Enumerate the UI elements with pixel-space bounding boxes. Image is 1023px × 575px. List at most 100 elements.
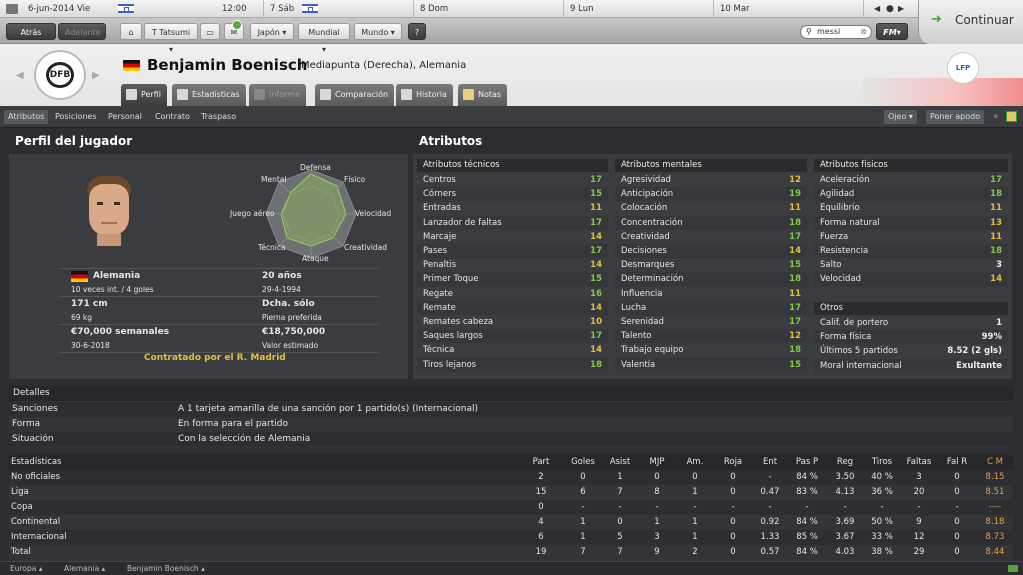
star-icon[interactable]: ★ (988, 110, 1003, 124)
prev-player-icon[interactable]: ◀ (16, 70, 24, 81)
stats-column-header[interactable]: Am. (675, 455, 715, 470)
stats-column-header[interactable]: Goles (563, 455, 603, 470)
back-button[interactable]: Atrás (6, 23, 56, 40)
attribute-row[interactable]: Influencia 11 (615, 287, 807, 301)
stats-column-header[interactable]: Reg (825, 455, 865, 470)
attribute-row[interactable]: Lanzador de faltas 17 (417, 215, 608, 230)
globe-menu[interactable]: Mundo ▾ (354, 23, 402, 40)
stats-row[interactable]: No oficiales 2 0 1 0 0 0 - 84 % 3.50 40 % 3 0 8.15 (9, 470, 1013, 485)
attribute-row[interactable]: Velocidad 14 (814, 272, 1008, 287)
attribute-row[interactable]: Calif. de portero 1 (814, 316, 1008, 330)
stats-column-header[interactable]: Pas P (787, 455, 827, 470)
attribute-row[interactable]: Remate 14 (417, 300, 608, 315)
attribute-row[interactable]: Tiros lejanos 18 (417, 357, 608, 372)
breadcrumb-alemania[interactable]: Alemania ▴ (64, 562, 105, 575)
attribute-row[interactable]: Anticipación 19 (615, 187, 807, 202)
attribute-row[interactable]: Aceleración 17 (814, 173, 1008, 187)
help-button[interactable]: ? (408, 23, 426, 40)
attribute-row[interactable]: Agresividad 12 (615, 173, 807, 187)
fm-menu-button[interactable]: FM▾ (876, 23, 908, 40)
tab-historia[interactable]: Historia (396, 84, 453, 106)
continue-button[interactable]: ➜ Continuar (918, 0, 1023, 44)
stats-row[interactable]: Liga 15 6 7 8 1 0 0.47 83 % 4.13 36 % 20 0 8.51 (9, 485, 1013, 500)
subnav-atributos[interactable]: Atributos (4, 110, 49, 124)
next-player-icon[interactable]: ▶ (92, 70, 100, 81)
prev-day-icon[interactable]: ◀ (874, 0, 880, 18)
attribute-row[interactable]: Forma natural 13 (814, 215, 1008, 230)
scout-button[interactable]: Ojeo ▾ (884, 110, 917, 124)
day-cell-3[interactable]: 9 Lun (564, 0, 714, 18)
attribute-row[interactable]: Remates cabeza 10 (417, 315, 608, 329)
stats-column-header[interactable]: Tiros (862, 455, 902, 470)
tab-estadisticas[interactable]: Estadísticas (172, 84, 246, 106)
attribute-row[interactable]: Regate 16 (417, 287, 608, 301)
day-cell-2[interactable]: 8 Dom (414, 0, 564, 18)
attribute-row[interactable]: Marcaje 14 (417, 230, 608, 244)
attribute-row[interactable]: Trabajo equipo 18 (615, 343, 807, 357)
attribute-row[interactable]: Decisiones 14 (615, 244, 807, 259)
stats-row[interactable]: Copa 0- - - - - - - - - - - ---- (9, 500, 1013, 515)
home-button[interactable]: ⌂ (120, 23, 142, 40)
subnav-posiciones[interactable]: Posiciones (51, 110, 101, 124)
inbox-button[interactable]: ▭ (200, 23, 220, 40)
attribute-row[interactable]: Primer Toque 15 (417, 272, 608, 287)
clear-search-icon[interactable]: ⊗ (860, 26, 867, 38)
tab-informe[interactable]: Informe (249, 84, 307, 106)
search-input[interactable]: ⚲ messi ⊗ (800, 25, 872, 39)
attribute-row[interactable]: Concentración 18 (615, 215, 807, 230)
tab-perfil[interactable]: Perfil (121, 84, 168, 106)
attribute-row[interactable]: Talento 12 (615, 329, 807, 344)
attribute-row[interactable]: Fuerza 11 (814, 230, 1008, 244)
attribute-row[interactable]: Determinación 18 (615, 272, 807, 287)
stats-row[interactable]: Continental 4 1 0 1 1 0 0.92 84 % 3.69 50 % 9 0 8.18 (9, 515, 1013, 530)
attribute-row[interactable]: Resistencia 18 (814, 244, 1008, 259)
stats-row[interactable]: Total 19 7 7 9 2 0 0.57 84 % 4.03 38 % 29 0 8.44 (9, 545, 1013, 560)
attribute-row[interactable]: Entradas 11 (417, 201, 608, 215)
day-cell-1[interactable]: 7 Sáb (264, 0, 414, 18)
subnav-personal[interactable]: Personal (104, 110, 146, 124)
attribute-row[interactable]: Moral internacional Exultante (814, 358, 1008, 373)
next-day-icon[interactable]: ▶ (898, 0, 904, 18)
stats-column-header[interactable]: Asist (600, 455, 640, 470)
attribute-row[interactable]: Salto 3 (814, 258, 1008, 272)
tab-comparacion[interactable]: Comparación (315, 84, 395, 106)
attribute-row[interactable]: Creatividad 17 (615, 230, 807, 244)
nickname-button[interactable]: Poner apodo (926, 110, 985, 124)
attribute-row[interactable]: Lucha 17 (615, 300, 807, 315)
attribute-row[interactable]: Valentía 15 (615, 357, 807, 372)
tab-notas[interactable]: Notas (458, 84, 508, 106)
attribute-row[interactable]: Equilibrio 11 (814, 201, 1008, 215)
stats-column-header[interactable]: Faltas (899, 455, 939, 470)
attribute-row[interactable]: Centros 17 (417, 173, 608, 187)
stats-column-header[interactable]: Part (521, 455, 561, 470)
today-dot-icon[interactable]: ● (886, 0, 894, 18)
stats-column-header[interactable]: Roja (713, 455, 753, 470)
breadcrumb-europa[interactable]: Europa ▴ (10, 562, 43, 575)
attribute-row[interactable]: Técnica 14 (417, 343, 608, 357)
breadcrumb-player[interactable]: Benjamin Boenisch ▴ (127, 562, 205, 575)
attribute-row[interactable]: Agilidad 18 (814, 187, 1008, 202)
attribute-row[interactable]: Penaltis 14 (417, 258, 608, 272)
attribute-row[interactable]: Serenidad 17 (615, 315, 807, 329)
contracted-by-link[interactable]: Contratado por el R. Madrid (144, 353, 286, 363)
attribute-row[interactable]: Córners 15 (417, 187, 608, 202)
attribute-row[interactable]: Colocación 11 (615, 201, 807, 215)
add-note-icon[interactable] (1006, 111, 1017, 122)
attribute-row[interactable]: Forma física 99% (814, 330, 1008, 345)
stats-column-header[interactable]: Ent (750, 455, 790, 470)
stats-column-header[interactable]: MJP (637, 455, 677, 470)
attribute-row[interactable]: Desmarques 15 (615, 258, 807, 272)
current-date-cell[interactable]: 6-jun-2014 Vie 12:00 (0, 0, 264, 18)
stats-column-header[interactable]: Fal R (937, 455, 977, 470)
attribute-row[interactable]: Saques largos 17 (417, 329, 608, 344)
manager-menu[interactable]: T Tatsumi ▾ (144, 23, 198, 54)
world-menu[interactable]: Mundial ▾ (298, 23, 350, 54)
attribute-row[interactable]: Pases 17 (417, 244, 608, 259)
stats-row[interactable]: Internacional 6 1 5 3 1 0 1.33 85 % 3.67 33 % 12 0 8.… (9, 530, 1013, 545)
forward-button[interactable]: Adelante (58, 23, 106, 40)
subnav-contrato[interactable]: Contrato (151, 110, 194, 124)
day-cell-4[interactable]: 10 Mar (714, 0, 864, 18)
subnav-traspaso[interactable]: Traspaso (197, 110, 240, 124)
attribute-row[interactable]: Últimos 5 partidos 8.52 (2 gls) (814, 344, 1008, 358)
stats-column-header[interactable]: C M (975, 455, 1015, 470)
